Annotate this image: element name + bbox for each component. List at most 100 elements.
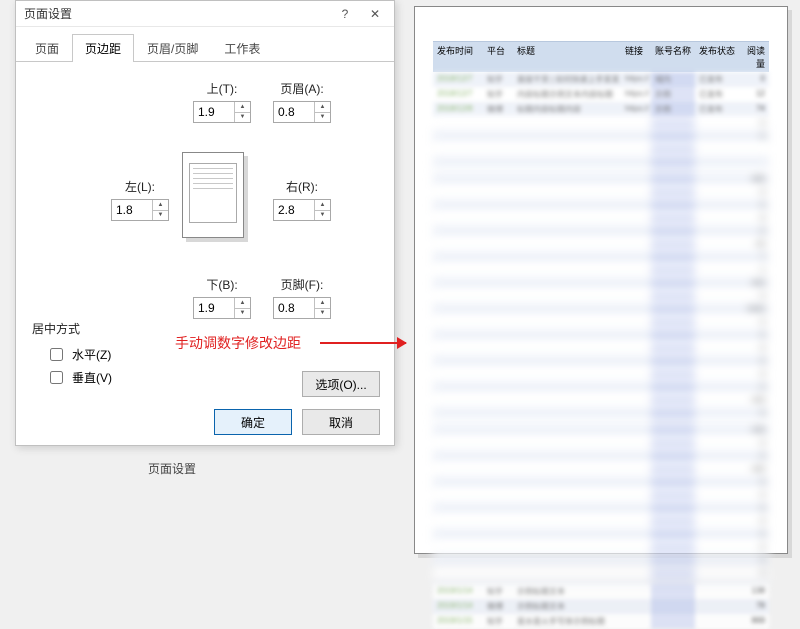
margin-bottom-spinner[interactable]: ▲▼ xyxy=(193,297,251,319)
preview-cell: 74 xyxy=(739,102,769,117)
margin-right-input[interactable] xyxy=(274,200,314,220)
center-vertical-input[interactable] xyxy=(50,371,63,384)
preview-cell: 2019 xyxy=(433,554,483,567)
preview-row: 20180 xyxy=(433,342,769,355)
preview-cell: 示例 xyxy=(651,102,695,117)
preview-cell xyxy=(651,251,695,264)
preview-cell: 2018/12/7 xyxy=(433,72,483,87)
preview-cell: 0 xyxy=(739,186,769,199)
preview-cell xyxy=(621,130,651,143)
cancel-button[interactable]: 取消 xyxy=(302,409,380,435)
preview-cell xyxy=(483,437,513,450)
preview-cell xyxy=(651,186,695,199)
spin-up-icon[interactable]: ▲ xyxy=(235,298,250,309)
preview-row: 20190 xyxy=(433,502,769,515)
margin-bottom-input[interactable] xyxy=(194,298,234,318)
preview-cell xyxy=(695,173,739,186)
tab-page[interactable]: 页面 xyxy=(22,34,72,62)
preview-cell: 2018 xyxy=(433,342,483,355)
preview-cell xyxy=(513,580,621,584)
preview-cell: 0 xyxy=(739,528,769,541)
margin-top-spinner[interactable]: ▲▼ xyxy=(193,101,251,123)
spin-down-icon[interactable]: ▼ xyxy=(315,309,330,319)
preview-cell: 0 xyxy=(739,117,769,130)
preview-row: 2019/1/15知乎是水是火手写体示例标题869 xyxy=(433,614,769,629)
preview-cell xyxy=(651,528,695,541)
spin-down-icon[interactable]: ▼ xyxy=(235,309,250,319)
preview-cell xyxy=(621,599,651,614)
tab-header-footer[interactable]: 页眉/页脚 xyxy=(134,34,211,62)
spin-up-icon[interactable]: ▲ xyxy=(315,200,330,211)
preview-cell: 0 xyxy=(739,199,769,212)
spin-down-icon[interactable]: ▼ xyxy=(235,113,250,123)
preview-cell: 知乎 xyxy=(483,614,513,629)
preview-cell xyxy=(695,316,739,329)
spin-down-icon[interactable]: ▼ xyxy=(315,113,330,123)
preview-cell xyxy=(513,143,621,156)
preview-cell xyxy=(513,528,621,541)
preview-cell xyxy=(513,173,621,186)
preview-cell xyxy=(651,614,695,629)
preview-cell xyxy=(695,463,739,476)
preview-cell: 2018/12/7 xyxy=(433,87,483,102)
preview-cell: 0 xyxy=(739,554,769,567)
margin-left-label: 左(L): xyxy=(100,178,180,195)
preview-cell xyxy=(695,381,739,394)
margin-footer-label: 页脚(F): xyxy=(262,276,342,293)
margin-left-spinner[interactable]: ▲▼ xyxy=(111,199,169,221)
preview-cell xyxy=(695,199,739,212)
preview-cell: 2019 xyxy=(433,567,483,580)
tab-margins[interactable]: 页边距 xyxy=(72,34,134,62)
spin-up-icon[interactable]: ▲ xyxy=(315,102,330,113)
preview-cell: 2018 xyxy=(433,290,483,303)
preview-row: 20190 xyxy=(433,541,769,554)
close-button[interactable]: ✕ xyxy=(360,4,390,24)
margin-footer-input[interactable] xyxy=(274,298,314,318)
preview-cell xyxy=(621,502,651,515)
spin-down-icon[interactable]: ▼ xyxy=(153,211,168,221)
preview-cell: 0 xyxy=(739,329,769,342)
preview-cell: 2018/12 xyxy=(433,212,483,225)
preview-cell xyxy=(621,355,651,368)
preview-cell xyxy=(651,394,695,407)
spin-up-icon[interactable]: ▲ xyxy=(153,200,168,211)
preview-cell xyxy=(739,580,769,584)
preview-cell xyxy=(651,368,695,381)
margin-left-input[interactable] xyxy=(112,200,152,220)
preview-cell xyxy=(483,238,513,251)
preview-cell: 内容标题示例文本内容标题 xyxy=(513,87,621,102)
spin-up-icon[interactable]: ▲ xyxy=(315,298,330,309)
help-button[interactable]: ? xyxy=(330,4,360,24)
margin-footer-spinner[interactable]: ▲▼ xyxy=(273,297,331,319)
preview-cell xyxy=(483,450,513,463)
margin-top-input[interactable] xyxy=(194,102,234,122)
margin-header-input[interactable] xyxy=(274,102,314,122)
preview-col-platform: 平台 xyxy=(483,42,513,72)
preview-cell xyxy=(651,437,695,450)
preview-cell xyxy=(483,515,513,528)
preview-cell xyxy=(651,264,695,277)
preview-cell xyxy=(651,407,695,420)
preview-cell xyxy=(695,424,739,437)
spin-down-icon[interactable]: ▼ xyxy=(315,211,330,221)
preview-cell xyxy=(513,342,621,355)
spin-up-icon[interactable]: ▲ xyxy=(235,102,250,113)
preview-cell xyxy=(483,368,513,381)
preview-cell xyxy=(621,528,651,541)
preview-cell xyxy=(621,450,651,463)
preview-cell xyxy=(651,290,695,303)
preview-row: 2018406 xyxy=(433,173,769,186)
options-button[interactable]: 选项(O)... xyxy=(302,371,380,397)
preview-cell xyxy=(483,303,513,316)
tab-sheet[interactable]: 工作表 xyxy=(211,34,273,62)
preview-cell xyxy=(483,394,513,407)
preview-cell xyxy=(695,264,739,277)
preview-cell xyxy=(513,225,621,238)
preview-cell: 1 xyxy=(739,264,769,277)
ok-button[interactable]: 确定 xyxy=(214,409,292,435)
center-horizontal-input[interactable] xyxy=(50,348,63,361)
annotation-arrow-icon xyxy=(320,342,406,344)
margin-header-spinner[interactable]: ▲▼ xyxy=(273,101,331,123)
preview-row xyxy=(433,580,769,584)
margin-right-spinner[interactable]: ▲▼ xyxy=(273,199,331,221)
